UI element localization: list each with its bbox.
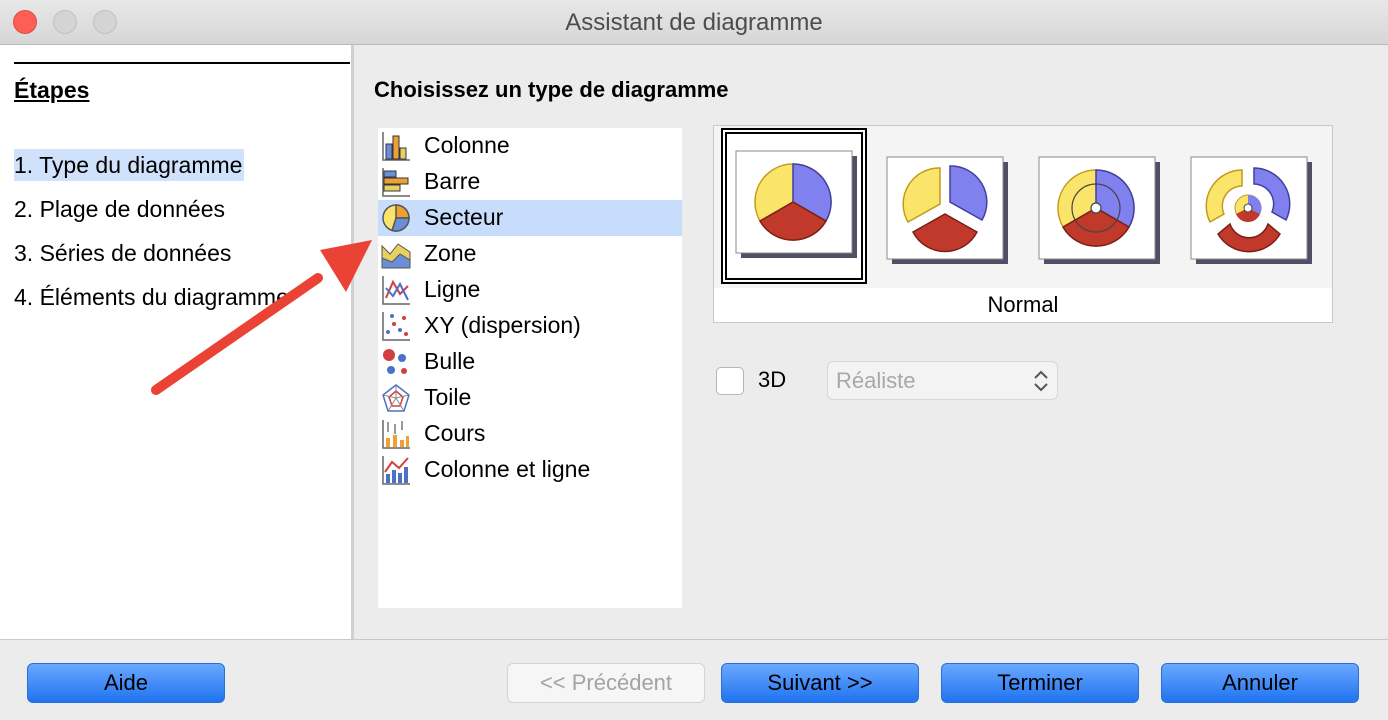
chart-type-label: Secteur: [424, 204, 504, 230]
chart-type-heading: Choisissez un type de diagramme: [374, 77, 729, 102]
chart-type-label: Barre: [424, 168, 481, 194]
donut-exploded-icon: [1190, 156, 1312, 264]
steps-heading: Étapes: [14, 77, 90, 103]
chart-variant-panel: Normal: [713, 125, 1333, 323]
chart-type-bar[interactable]: Barre: [378, 164, 682, 200]
stock-chart-icon: [382, 420, 410, 449]
finish-button[interactable]: Terminer: [941, 663, 1139, 703]
donut-icon: [1038, 156, 1160, 264]
variant-donut[interactable]: [1038, 156, 1160, 264]
line-chart-icon: [382, 276, 410, 305]
chart-type-label: Cours: [424, 420, 486, 446]
pie-normal-icon: [735, 150, 857, 258]
3d-checkbox[interactable]: [716, 367, 744, 395]
chart-type-label: XY (dispersion): [424, 312, 581, 338]
column-chart-icon: [382, 132, 410, 161]
chart-type-scatter[interactable]: XY (dispersion): [378, 308, 682, 344]
chart-type-area[interactable]: Zone: [378, 236, 682, 272]
variant-label: Normal: [987, 292, 1059, 317]
button-bar-separator: [0, 639, 1388, 640]
pie-chart-icon: [382, 204, 410, 232]
chart-type-label: Zone: [424, 240, 477, 266]
shape-select-value: Réaliste: [836, 368, 916, 393]
panel-divider: [351, 45, 354, 639]
window-title: Assistant de diagramme: [565, 9, 823, 36]
chart-type-pie[interactable]: Secteur: [378, 200, 682, 236]
chart-type-label: Ligne: [424, 276, 481, 302]
pie-exploded-icon: [886, 156, 1008, 264]
step-data-range[interactable]: 2. Plage de données: [14, 193, 227, 225]
step-data-series[interactable]: 3. Séries de données: [14, 237, 233, 269]
chart-type-line[interactable]: Ligne: [378, 272, 682, 308]
shape-select[interactable]: Réaliste: [827, 361, 1058, 400]
variant-donut-exploded[interactable]: [1190, 156, 1312, 264]
steps-panel: Étapes 1. Type du diagramme 2. Plage de …: [0, 45, 351, 639]
3d-label: 3D: [758, 367, 787, 392]
step-chart-elements[interactable]: 4. Éléments du diagramme: [14, 281, 291, 313]
cancel-button[interactable]: Annuler: [1161, 663, 1359, 703]
chart-type-label: Bulle: [424, 348, 476, 374]
title-bar: Assistant de diagramme: [0, 0, 1388, 45]
column-line-chart-icon: [382, 456, 410, 485]
up-down-chevron-icon: [1034, 370, 1048, 392]
scatter-chart-icon: [382, 312, 410, 341]
net-chart-icon: [382, 384, 410, 412]
variant-pie-exploded[interactable]: [886, 156, 1008, 264]
bubble-chart-icon: [383, 349, 407, 374]
steps-divider-line: [14, 62, 350, 64]
chart-type-label: Colonne: [424, 132, 510, 158]
variant-selected-frame[interactable]: [721, 128, 867, 284]
area-chart-icon: [381, 243, 411, 269]
chart-type-label: Toile: [424, 384, 472, 410]
chart-variant-strip: [714, 126, 1332, 288]
step-chart-type[interactable]: 1. Type du diagramme: [14, 149, 245, 181]
chart-type-bubble[interactable]: Bulle: [378, 344, 682, 380]
chart-type-list[interactable]: Colonne Barre Secteur Zone Ligne XY (dis…: [378, 128, 682, 608]
next-button[interactable]: Suivant >>: [721, 663, 919, 703]
bar-chart-icon: [382, 168, 410, 197]
chart-type-column[interactable]: Colonne: [378, 128, 682, 164]
chart-type-label: Colonne et ligne: [424, 456, 591, 482]
chart-type-net[interactable]: Toile: [378, 380, 682, 416]
previous-button[interactable]: << Précédent: [507, 663, 705, 703]
chart-type-column-line[interactable]: Colonne et ligne: [378, 452, 682, 488]
chart-type-stock[interactable]: Cours: [378, 416, 682, 452]
help-button[interactable]: Aide: [27, 663, 225, 703]
